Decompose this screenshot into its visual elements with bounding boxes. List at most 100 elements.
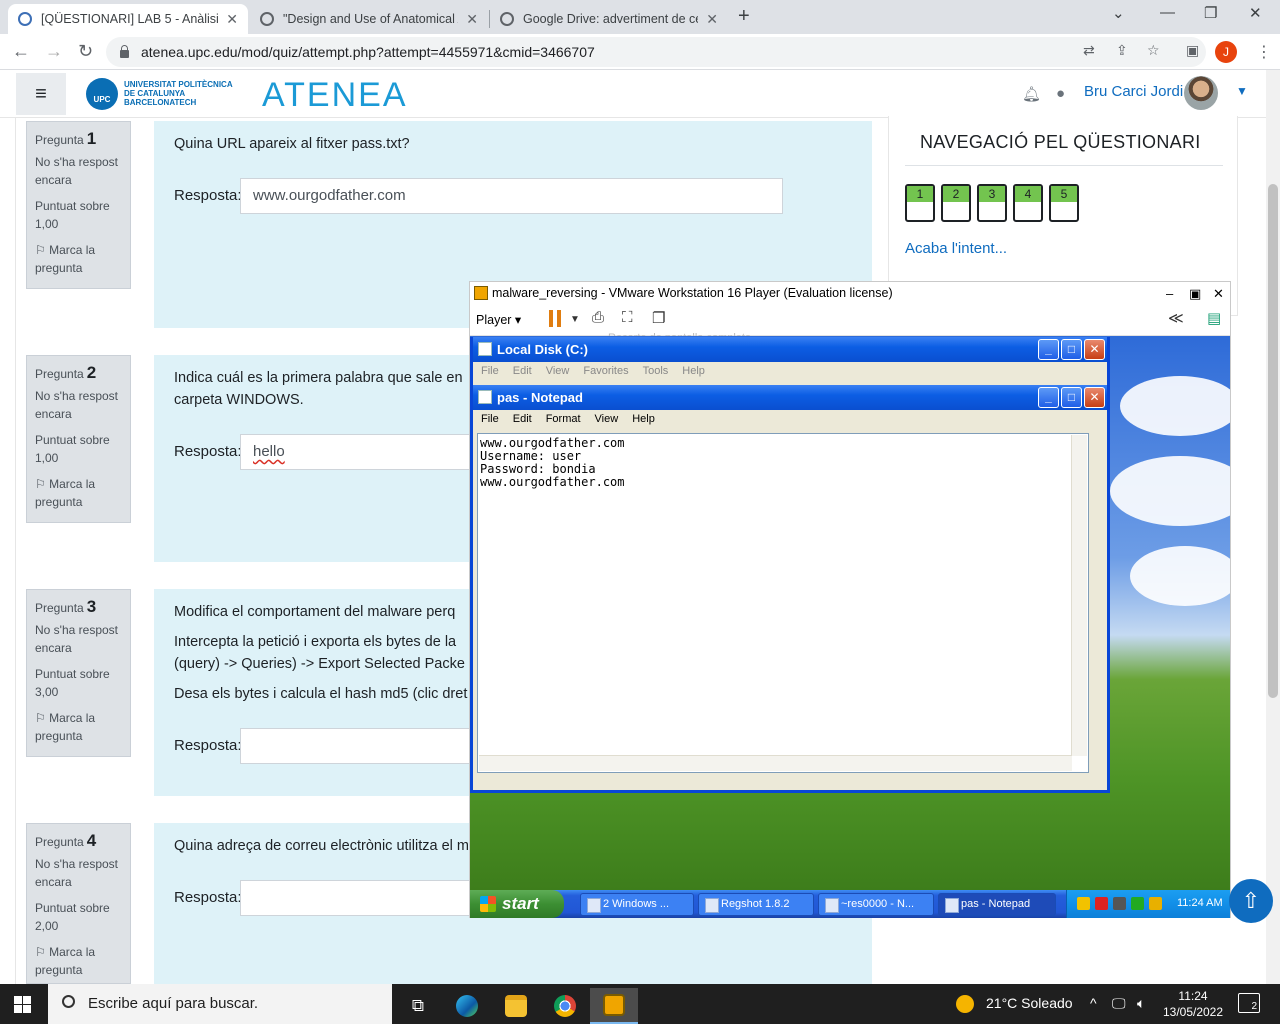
weather-text[interactable]: 21°C Soleado (986, 995, 1073, 1011)
flag-question-link[interactable]: ⚐ Marca la pregunta (35, 943, 122, 979)
menu-help[interactable]: Help (674, 362, 711, 377)
dropdown-arrow-icon[interactable]: ▼ (570, 314, 580, 325)
windows-start-icon[interactable] (14, 996, 31, 1013)
finish-attempt-link[interactable]: Acaba l'intent... (905, 240, 1007, 257)
tab-questionari[interactable]: [QÜESTIONARI] LAB 5 - Anàlisi d ✕ (8, 4, 248, 34)
maximize-icon[interactable]: ▣ (1189, 283, 1201, 305)
side-panel-icon[interactable]: ▣ (1186, 42, 1199, 59)
pause-icon[interactable] (549, 310, 561, 327)
address-bar[interactable]: atenea.upc.edu/mod/quiz/attempt.php?atte… (106, 37, 1206, 67)
tab-search-chevron-icon[interactable]: ⌄ (1112, 4, 1125, 22)
maximize-icon[interactable]: □ (1061, 387, 1082, 408)
flag-question-link[interactable]: ⚐ Marca la pregunta (35, 709, 122, 745)
close-icon[interactable]: ✕ (1084, 339, 1105, 360)
scrollbar-thumb[interactable] (1268, 184, 1278, 698)
more-menu-icon[interactable]: ⋮ (1256, 42, 1272, 62)
bookmark-star-icon[interactable]: ☆ (1147, 42, 1160, 59)
close-icon[interactable]: ✕ (1213, 283, 1224, 305)
close-icon[interactable]: ✕ (466, 11, 478, 28)
minimize-icon[interactable]: _ (1038, 339, 1059, 360)
taskbar-search-box[interactable]: Escribe aquí para buscar. (48, 984, 392, 1024)
close-icon[interactable]: ✕ (706, 11, 718, 28)
volume-icon[interactable]: 🔈︎ (1137, 995, 1145, 1012)
translate-icon[interactable]: ⇄ (1083, 42, 1095, 59)
notes-icon[interactable]: ▤ (1207, 309, 1221, 327)
user-name[interactable]: Bru Carci Jordi (1084, 83, 1183, 100)
collapse-toolbar-icon[interactable]: ≪ (1168, 309, 1184, 327)
vmware-player-icon[interactable] (590, 988, 638, 1024)
warning-icon[interactable] (1149, 897, 1162, 910)
answer-input[interactable]: www.ourgodfather.com (240, 178, 783, 214)
menu-hamburger-icon[interactable]: ≡ (16, 73, 66, 115)
quiz-nav-button-1[interactable]: 1 (905, 184, 935, 222)
notification-center-icon[interactable]: 2 (1238, 993, 1260, 1013)
close-icon[interactable]: ✕ (226, 11, 238, 28)
reload-icon[interactable]: ↻ (78, 41, 93, 62)
profile-avatar[interactable]: J (1215, 41, 1237, 63)
update-icon[interactable] (1131, 897, 1144, 910)
unity-icon[interactable]: ❐ (652, 309, 665, 327)
chevron-up-icon[interactable]: ^ (1090, 995, 1097, 1011)
window-close-icon[interactable]: ✕ (1249, 4, 1262, 22)
tab-google-drive[interactable]: Google Drive: advertiment de ce ✕ (490, 4, 728, 34)
network-icon[interactable] (1113, 897, 1126, 910)
user-avatar[interactable] (1184, 76, 1218, 110)
menu-view[interactable]: View (538, 362, 576, 377)
quiz-nav-button-5[interactable]: 5 (1049, 184, 1079, 222)
menu-file[interactable]: File (473, 362, 505, 377)
back-arrow-icon[interactable]: ← (12, 41, 30, 62)
share-icon[interactable]: ⇪ (1116, 42, 1128, 59)
system-clock[interactable]: 11:24 13/05/2022 (1158, 988, 1228, 1020)
network-icon[interactable]: 🖵︎ (1112, 995, 1126, 1012)
minimize-icon[interactable]: — (1160, 4, 1175, 21)
caret-down-icon[interactable]: ▼ (1236, 84, 1248, 98)
alert-shield-icon[interactable] (1095, 897, 1108, 910)
menu-edit[interactable]: Edit (505, 410, 538, 425)
quiz-nav-button-3[interactable]: 3 (977, 184, 1007, 222)
fullscreen-icon[interactable]: ⛶ (622, 309, 633, 326)
task-view-icon[interactable]: ⧉ (394, 988, 442, 1024)
menu-favorites[interactable]: Favorites (575, 362, 634, 377)
menu-format[interactable]: Format (538, 410, 587, 425)
xp-start-button[interactable]: start (470, 890, 564, 918)
menu-file[interactable]: File (473, 410, 505, 425)
vmware-titlebar[interactable]: malware_reversing - VMware Workstation 1… (470, 282, 1230, 304)
atenea-logo[interactable]: ATENEA (262, 76, 408, 115)
bell-icon[interactable]: 🔔︎ (1022, 85, 1041, 103)
maximize-icon[interactable]: □ (1061, 339, 1082, 360)
taskbar-item-res0000[interactable]: ~res0000 - N... (818, 893, 934, 916)
flag-question-link[interactable]: ⚐ Marca la pregunta (35, 241, 122, 277)
taskbar-item-regshot[interactable]: Regshot 1.8.2 (698, 893, 814, 916)
tab-design-anatomical[interactable]: "Design and Use of Anatomical A ✕ (250, 4, 488, 34)
close-icon[interactable]: ✕ (1084, 387, 1105, 408)
notepad-text-area[interactable]: www.ourgodfather.com Username: user Pass… (477, 433, 1089, 773)
horizontal-scrollbar[interactable] (479, 755, 1072, 771)
taskbar-item-windows-group[interactable]: 2 Windows ... (580, 893, 694, 916)
restore-icon[interactable]: ❐ (1204, 4, 1217, 22)
local-disk-titlebar[interactable]: Local Disk (C:) _ □ ✕ (473, 337, 1107, 362)
notepad-titlebar[interactable]: pas - Notepad _ □ ✕ (473, 385, 1107, 410)
send-ctrl-alt-del-icon[interactable]: ⎙ (592, 309, 604, 326)
quiz-nav-button-2[interactable]: 2 (941, 184, 971, 222)
flag-question-link[interactable]: ⚐ Marca la pregunta (35, 475, 122, 511)
menu-view[interactable]: View (587, 410, 625, 425)
new-tab-icon[interactable]: + (738, 5, 750, 28)
quiz-nav-button-4[interactable]: 4 (1013, 184, 1043, 222)
menu-help[interactable]: Help (624, 410, 661, 425)
edge-icon[interactable] (443, 988, 491, 1024)
minimize-icon[interactable]: – (1166, 283, 1173, 305)
back-to-top-icon[interactable]: ⇧ (1229, 879, 1273, 923)
upc-logo[interactable]: UPC (86, 78, 118, 110)
chrome-icon[interactable] (541, 988, 589, 1024)
forward-arrow-icon[interactable]: → (45, 41, 63, 62)
security-shield-icon[interactable] (1077, 897, 1090, 910)
menu-tools[interactable]: Tools (635, 362, 675, 377)
vertical-scrollbar[interactable] (1071, 435, 1087, 756)
player-menu-button[interactable]: Player ▾ (476, 312, 521, 327)
taskbar-item-notepad[interactable]: pas - Notepad (938, 893, 1056, 916)
minimize-icon[interactable]: _ (1038, 387, 1059, 408)
file-explorer-icon[interactable] (492, 988, 540, 1024)
page-scrollbar[interactable] (1266, 70, 1280, 984)
menu-edit[interactable]: Edit (505, 362, 538, 377)
xp-desktop[interactable]: Local Disk (C:) _ □ ✕ File Edit View Favori… (470, 336, 1230, 890)
